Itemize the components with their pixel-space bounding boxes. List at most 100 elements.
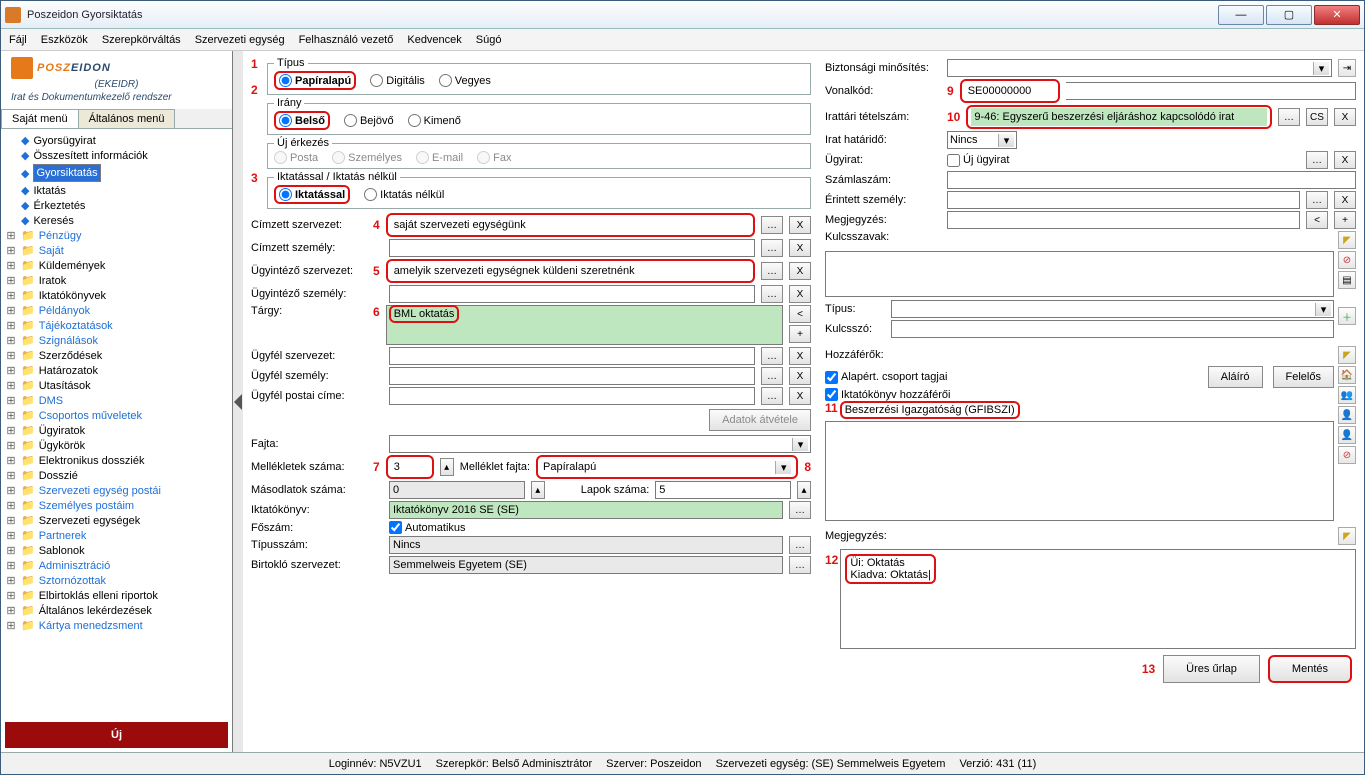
remove-icon[interactable]: ⊘ xyxy=(1338,446,1356,464)
ugyintezo-szemely-browse[interactable]: … xyxy=(761,285,783,303)
fajta-select[interactable]: ▾ xyxy=(389,435,811,453)
ugyintezo-szervezet-input[interactable] xyxy=(391,262,750,280)
menu-fajl[interactable]: Fájl xyxy=(9,34,27,46)
radio-vegyes[interactable]: Vegyes xyxy=(439,74,491,87)
nav-item[interactable]: ◆Gyorsiktatás xyxy=(3,163,230,183)
uj-ugyirat-checkbox[interactable]: Új ügyirat xyxy=(947,154,1009,167)
birtoklo-szervezet-input[interactable] xyxy=(389,556,783,574)
nav-item[interactable]: ⊞📁Személyes postáim xyxy=(3,498,230,513)
vonalkod-input[interactable] xyxy=(965,82,1055,100)
nav-item[interactable]: ⊞📁Saját xyxy=(3,243,230,258)
ugyfel-szervezet-input[interactable] xyxy=(389,347,755,365)
mellekletek-szama-input[interactable] xyxy=(391,458,429,476)
erintett-szemely-input[interactable] xyxy=(947,191,1300,209)
menu-sugo[interactable]: Súgó xyxy=(476,34,502,46)
ugyintezo-szemely-input[interactable] xyxy=(389,285,755,303)
nav-item[interactable]: ⊞📁Szerződések xyxy=(3,348,230,363)
targy-shrink[interactable]: < xyxy=(789,305,811,323)
add-icon[interactable]: ＋ xyxy=(1338,307,1356,325)
menu-felhvez[interactable]: Felhasználó vezető xyxy=(299,34,394,46)
automatikus-checkbox[interactable]: Automatikus xyxy=(389,521,466,534)
radio-belso[interactable]: Belső xyxy=(279,114,325,127)
radio-papiralapu[interactable]: Papíralapú xyxy=(279,74,351,87)
user-remove-icon[interactable]: 👤 xyxy=(1338,426,1356,444)
nav-item[interactable]: ⊞📁Sztornózottak xyxy=(3,573,230,588)
ures-urlap-button[interactable]: Üres űrlap xyxy=(1163,655,1260,683)
copy-icon[interactable]: ▤ xyxy=(1338,271,1356,289)
menu-kedvenc[interactable]: Kedvencek xyxy=(407,34,461,46)
maximize-button[interactable]: ▢ xyxy=(1266,5,1312,25)
ugyfel-szemely-input[interactable] xyxy=(389,367,755,385)
kulcsszo-input[interactable] xyxy=(891,320,1334,338)
nav-item[interactable]: ⊞📁Dosszié xyxy=(3,468,230,483)
nav-item[interactable]: ⊞📁Szervezeti egységek xyxy=(3,513,230,528)
radio-kimeno[interactable]: Kimenő xyxy=(408,114,461,127)
nav-item[interactable]: ⊞📁Partnerek xyxy=(3,528,230,543)
nav-item[interactable]: ⊞📁Adminisztráció xyxy=(3,558,230,573)
szamlaszam-input[interactable] xyxy=(947,171,1356,189)
menu-szervegy[interactable]: Szervezeti egység xyxy=(195,34,285,46)
irattari-tetelszam-input[interactable] xyxy=(971,108,1267,126)
delete-icon[interactable]: ⊘ xyxy=(1338,251,1356,269)
tipusszam-input[interactable] xyxy=(389,536,783,554)
hozzaferok-list[interactable] xyxy=(825,421,1334,521)
nav-item[interactable]: ⊞📁Iktatókönyvek xyxy=(3,288,230,303)
radio-iktatassal[interactable]: Iktatással xyxy=(279,188,345,201)
user-add-icon[interactable]: 👤 xyxy=(1338,406,1356,424)
nav-item[interactable]: ⊞📁Pénzügy xyxy=(3,228,230,243)
cimzett-szemely-browse[interactable]: … xyxy=(761,239,783,257)
nav-item[interactable]: ⊞📁Iratok xyxy=(3,273,230,288)
megjegyzes-1-input[interactable] xyxy=(947,211,1300,229)
targy-textarea[interactable]: BML oktatás xyxy=(386,305,783,345)
tab-sajat-menu[interactable]: Saját menü xyxy=(1,109,79,128)
targy-expand[interactable]: + xyxy=(789,325,811,343)
nav-item[interactable]: ◆Összesített információk xyxy=(3,148,230,163)
nav-item[interactable]: ⊞📁Ügykörök xyxy=(3,438,230,453)
masodlatok-szama-input[interactable] xyxy=(389,481,525,499)
radio-bejovo[interactable]: Bejövő xyxy=(344,114,394,127)
cimzett-szemely-clear[interactable]: X xyxy=(789,239,811,257)
melleklet-fajta-select[interactable]: Papíralapú▾ xyxy=(541,458,793,476)
nav-item[interactable]: ◆Iktatás xyxy=(3,183,230,198)
home-icon[interactable]: 🏠 xyxy=(1338,366,1356,384)
radio-iktatas-nelkul[interactable]: Iktatás nélkül xyxy=(364,188,444,201)
minimize-button[interactable]: — xyxy=(1218,5,1264,25)
new-button[interactable]: Új xyxy=(5,722,228,748)
close-button[interactable]: ✕ xyxy=(1314,5,1360,25)
felelos-button[interactable]: Felelős xyxy=(1273,366,1334,388)
tab-altalanos-menu[interactable]: Általános menü xyxy=(78,109,176,128)
warning-icon-2[interactable]: ◤ xyxy=(1338,346,1356,364)
splitter[interactable] xyxy=(233,51,243,752)
ugyintezo-szemely-clear[interactable]: X xyxy=(789,285,811,303)
nav-item[interactable]: ⊞📁Küldemények xyxy=(3,258,230,273)
alapert-csoport-checkbox[interactable]: Alapért. csoport tagjai xyxy=(825,371,947,384)
cimzett-szervezet-browse[interactable]: … xyxy=(761,216,783,234)
nav-item[interactable]: ⊞📁Sablonok xyxy=(3,543,230,558)
cimzett-szervezet-input[interactable] xyxy=(391,216,750,234)
nav-item[interactable]: ◆Érkeztetés xyxy=(3,198,230,213)
mellekletek-szama-stepper[interactable]: ▴ xyxy=(440,458,454,476)
kulcsszo-tipus-select[interactable]: ▾ xyxy=(891,300,1334,318)
nav-item[interactable]: ⊞📁Szervezeti egység postái xyxy=(3,483,230,498)
nav-item[interactable]: ⊞📁Határozatok xyxy=(3,363,230,378)
ugyfel-posta-input[interactable] xyxy=(389,387,755,405)
biztonsagi-minosites-select[interactable]: ▾ xyxy=(947,59,1332,77)
nav-item[interactable]: ⊞📁Csoportos műveletek xyxy=(3,408,230,423)
cimzett-szervezet-clear[interactable]: X xyxy=(789,216,811,234)
nav-item[interactable]: ⊞📁DMS xyxy=(3,393,230,408)
pin-icon[interactable]: ⇥ xyxy=(1338,59,1356,77)
nav-item[interactable]: ◆Keresés xyxy=(3,213,230,228)
nav-item[interactable]: ⊞📁Utasítások xyxy=(3,378,230,393)
warning-icon[interactable]: ◤ xyxy=(1338,231,1356,249)
user-group-icon[interactable]: 👥 xyxy=(1338,386,1356,404)
nav-item[interactable]: ⊞📁Elbirtoklás elleni riportok xyxy=(3,588,230,603)
cs-button[interactable]: CS xyxy=(1306,108,1328,126)
menu-eszkozok[interactable]: Eszközök xyxy=(41,34,88,46)
nav-item[interactable]: ⊞📁Ügyiratok xyxy=(3,423,230,438)
iktatokonyv-input[interactable] xyxy=(389,501,783,519)
warning-icon-3[interactable]: ◤ xyxy=(1338,527,1356,545)
nav-item[interactable]: ⊞📁Kártya menedzsment xyxy=(3,618,230,633)
ugyintezo-szervezet-browse[interactable]: … xyxy=(761,262,783,280)
menu-szerepkor[interactable]: Szerepkörváltás xyxy=(102,34,181,46)
nav-item[interactable]: ⊞📁Tájékoztatások xyxy=(3,318,230,333)
